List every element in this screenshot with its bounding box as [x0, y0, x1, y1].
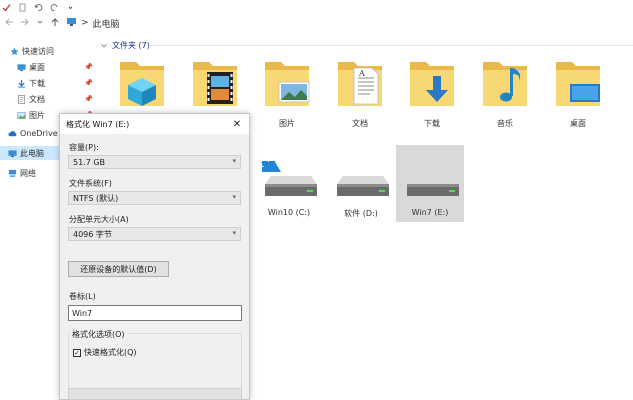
nav-quick-access[interactable]: 快速访问 [0, 44, 95, 58]
volume-label-input[interactable]: Win7 [68, 305, 242, 321]
nav-label: 文档 [29, 94, 45, 104]
nav-label: 此电脑 [20, 148, 44, 158]
nav-label: 快速访问 [22, 46, 54, 56]
desktop-icon [556, 62, 600, 106]
format-dialog: 格式化 Win7 (E:) ✕ 容量(P): 51.7 GB ▾ 文件系统(F)… [59, 113, 250, 400]
nav-label: OneDrive [20, 128, 58, 138]
quick-format-checkbox[interactable]: ✓ 快速格式化(Q) [73, 347, 137, 358]
hard-drive-icon [261, 161, 317, 196]
start-button[interactable] [68, 388, 242, 400]
folder-label: 桌面 [570, 119, 586, 128]
dialog-title: 格式化 Win7 (E:) [66, 119, 130, 129]
folder-documents[interactable]: A 文档 [330, 54, 390, 130]
drive-label: Win10 (C:) [267, 208, 311, 217]
pictures-icon [265, 62, 310, 106]
checkmark-icon: ✓ [73, 348, 81, 357]
redo-icon[interactable] [50, 3, 59, 12]
folder-label: 图片 [279, 119, 295, 128]
customize-toolbar-icon[interactable] [66, 3, 75, 12]
computer-icon [66, 17, 77, 30]
group-header-folders[interactable]: 文件夹 (7) [100, 40, 150, 51]
allocation-select[interactable]: 4096 字节 ▾ [68, 227, 241, 241]
up-arrow-icon[interactable] [50, 17, 60, 30]
drive-c[interactable]: Win10 (C:) [254, 150, 324, 222]
download-icon [17, 79, 26, 88]
check-icon[interactable] [2, 3, 11, 12]
chevron-down-icon [101, 43, 107, 48]
nav-item-desktop[interactable]: 桌面 📌 [0, 60, 95, 74]
group-divider [150, 45, 633, 46]
star-icon [10, 46, 19, 55]
quick-format-label: 快速格式化(Q) [84, 348, 137, 357]
hard-drive-icon [337, 176, 389, 196]
folder-label: 音乐 [497, 119, 513, 128]
filesystem-value: NTFS (默认) [73, 193, 119, 203]
volume-label: 卷标(L) [69, 292, 96, 301]
3d-objects-icon [120, 62, 164, 106]
chevron-down-icon: ▾ [232, 193, 236, 201]
chevron-down-icon: ▾ [232, 157, 236, 165]
nav-item-downloads[interactable]: 下载 📌 [0, 76, 95, 90]
drive-e[interactable]: Win7 (E:) [396, 145, 464, 222]
pin-icon[interactable]: 📌 [84, 79, 93, 87]
nav-item-documents[interactable]: 文档 📌 [0, 92, 95, 106]
capacity-label: 容量(P): [69, 143, 99, 152]
allocation-value: 4096 字节 [73, 229, 112, 239]
nav-label: 桌面 [29, 62, 45, 72]
document-icon [17, 94, 26, 104]
recent-locations-icon[interactable] [36, 17, 44, 30]
picture-icon [17, 111, 26, 119]
format-options-group [68, 333, 242, 393]
breadcrumb[interactable]: > 此电脑 [66, 17, 120, 30]
documents-icon: A [338, 62, 382, 106]
folder-label: 下载 [424, 119, 440, 128]
chevron-down-icon: ▾ [232, 229, 236, 237]
downloads-icon [410, 62, 454, 106]
properties-icon[interactable] [18, 3, 27, 12]
hard-drive-icon [407, 176, 459, 196]
nav-label: 下载 [29, 78, 45, 88]
breadcrumb-separator: > [81, 18, 89, 28]
nav-label: 网络 [20, 168, 36, 178]
undo-icon[interactable] [34, 3, 43, 12]
breadcrumb-this-pc[interactable]: 此电脑 [93, 17, 120, 30]
filesystem-select[interactable]: NTFS (默认) ▾ [68, 191, 241, 205]
format-options-legend: 格式化选项(O) [70, 329, 127, 340]
drive-label: Win7 (E:) [411, 208, 449, 217]
folder-label: 文档 [352, 119, 368, 128]
svg-text:A: A [358, 69, 365, 78]
forward-arrow-icon[interactable] [20, 17, 30, 30]
address-bar: > 此电脑 [0, 14, 633, 32]
drive-d[interactable]: 软件 (D:) [326, 150, 396, 222]
folder-downloads[interactable]: 下载 [402, 54, 462, 130]
group-header-label: 文件夹 (7) [112, 41, 150, 50]
allocation-label: 分配单元大小(A) [69, 215, 129, 224]
close-icon[interactable]: ✕ [231, 118, 243, 130]
filesystem-label: 文件系统(F) [69, 179, 112, 188]
folder-music[interactable]: 音乐 [475, 54, 535, 130]
network-icon [8, 169, 17, 177]
back-arrow-icon[interactable] [4, 17, 14, 30]
folder-desktop[interactable]: 桌面 [548, 54, 608, 130]
restore-defaults-button[interactable]: 还原设备的默认值(D) [68, 261, 169, 277]
desktop-icon [17, 63, 26, 71]
capacity-select[interactable]: 51.7 GB ▾ [68, 155, 241, 169]
capacity-value: 51.7 GB [73, 157, 106, 167]
dialog-titlebar[interactable]: 格式化 Win7 (E:) ✕ [60, 114, 249, 134]
pin-icon[interactable]: 📌 [84, 95, 93, 103]
folder-pictures[interactable]: 图片 [257, 54, 317, 130]
cloud-icon [8, 130, 17, 136]
computer-icon [8, 149, 17, 157]
videos-icon [193, 62, 237, 106]
nav-label: 图片 [29, 110, 45, 120]
pin-icon[interactable]: 📌 [84, 63, 93, 71]
drive-label: 软件 (D:) [344, 209, 378, 218]
quick-access-toolbar [0, 0, 633, 14]
music-icon [483, 62, 527, 106]
